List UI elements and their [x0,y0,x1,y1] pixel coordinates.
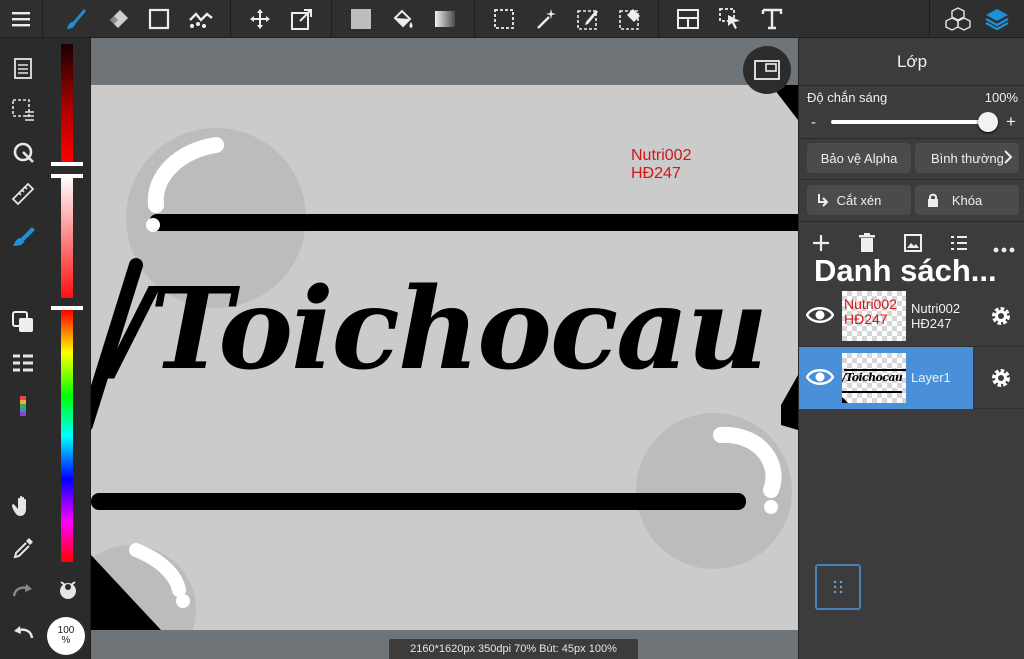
layer-settings-gear-icon[interactable] [989,304,1013,333]
panel-divider [799,138,1024,139]
eraser-icon[interactable] [102,3,134,35]
correction-icon[interactable] [185,3,217,35]
selection-icon[interactable] [488,3,520,35]
layer-list-icon[interactable] [7,348,39,380]
selection-eraser-icon[interactable] [614,3,646,35]
color-palette-icon[interactable] [7,390,39,422]
blend-mode-label: Bình thường [931,150,1004,166]
thumb-line2: HĐ247 [844,311,888,327]
canvas-background-top [91,38,798,85]
color-swap-icon[interactable] [7,306,39,338]
artboard[interactable]: /Toichocau Nutri002 HĐ247 [91,85,798,630]
blend-mode-button[interactable]: Bình thường [915,143,1019,173]
layer-settings-gear-icon[interactable] [989,366,1013,395]
chevron-right-icon [1003,149,1013,168]
toolbar-divider [42,0,43,38]
brush-icon[interactable] [60,3,92,35]
color-slider-strip [46,38,91,659]
layer-name-line1: Nutri002 [911,301,961,316]
lock-label: Khóa [951,192,983,208]
thumb-line1: Nutri002 [844,296,897,312]
clip-arrow-icon [817,192,829,211]
toolbar-divider [230,0,231,38]
panel-divider [799,179,1024,180]
paint-bucket-icon[interactable] [387,3,419,35]
opacity-slider[interactable] [831,120,991,124]
selection-pen-icon[interactable] [572,3,604,35]
opacity-increase-button[interactable]: + [1006,112,1016,132]
layer-row-selected[interactable]: /Toichocau Layer1 [799,347,1024,409]
layer-thumbnail: /Toichocau [842,353,906,403]
hand-icon[interactable] [7,490,39,522]
left-toolbar [0,38,46,659]
clipping-button[interactable]: Cắt xén [807,185,911,215]
panel-grip-button[interactable] [815,564,861,610]
gradient-icon[interactable] [429,3,461,35]
opacity-label: Độ chắn sáng [807,90,888,105]
page-manager-icon[interactable] [7,52,39,84]
menu-icon[interactable] [5,3,37,35]
opacity-value: 100% [984,90,1018,105]
opacity-decrease-button[interactable]: - [811,114,816,131]
lock-icon [927,193,939,210]
visibility-eye-icon[interactable] [805,305,835,330]
shape-rectangle-icon[interactable] [143,3,175,35]
brush-settings-icon[interactable] [7,220,39,252]
layer-panel: Lớp Độ chắn sáng 100% - + Bảo vệ Alpha B… [798,38,1024,659]
redo-icon[interactable] [7,574,39,606]
brush-opacity-unit: % [61,635,71,646]
grip-dots-icon [833,580,843,594]
toolbar-divider [331,0,332,38]
watermark-text: Nutri002 HĐ247 [631,147,691,183]
layer-thumbnail: Nutri002 HĐ247 [842,291,906,341]
gear-man-icon[interactable] [54,576,82,604]
canvas-area[interactable]: /Toichocau Nutri002 HĐ247 2160*1620px 35… [91,38,798,659]
opacity-slider-handle[interactable] [978,112,998,132]
panel-title: Lớp [799,38,1024,86]
text-tool-icon[interactable] [756,3,788,35]
move-icon[interactable] [244,3,276,35]
app-window: 100 % /Toichocau Nutri002 HĐ247 2160*162… [0,0,1024,659]
layer-name-line1: Layer1 [911,370,951,385]
toolbar-divider [474,0,475,38]
toolbar-divider [658,0,659,38]
material-cubes-icon[interactable] [942,3,974,35]
layers-icon[interactable] [981,3,1013,35]
clip-label: Cắt xén [836,192,882,208]
brush-opacity-badge[interactable]: 100 % [47,617,85,655]
magic-wand-icon[interactable] [530,3,562,35]
frame-divider-icon[interactable] [672,3,704,35]
layer-name-line2: HĐ247 [911,316,952,331]
watermark-line1: Nutri002 [631,147,692,164]
fullscreen-toggle-button[interactable] [743,46,791,94]
thumb-script-text: /Toichocau [842,371,903,384]
toolbar-divider [929,0,930,38]
visibility-eye-icon[interactable] [805,367,835,392]
selection-layer-icon[interactable] [7,94,39,126]
undo-icon[interactable] [7,616,39,648]
canvas-status-bar: 2160*1620px 350dpi 70% Bút: 45px 100% [389,639,638,659]
color-sliders[interactable] [46,38,91,659]
snap-icon[interactable] [7,136,39,168]
eyedropper-icon[interactable] [7,532,39,564]
thumb-text: Nutri002 HĐ247 [844,297,897,327]
layer-list-heading: Danh sách... [814,253,997,288]
artwork-script-text: /Toichocau [111,264,768,395]
panel-divider [799,221,1024,222]
operation-cursor-icon[interactable] [714,3,746,35]
protect-alpha-button[interactable]: Bảo vệ Alpha [807,143,911,173]
fill-color-icon[interactable] [345,3,377,35]
lock-button[interactable]: Khóa [915,185,1019,215]
fullscreen-icon [754,60,780,80]
transform-icon[interactable] [286,3,318,35]
layer-name: Nutri002 HĐ247 [911,301,960,331]
top-toolbar [0,0,1024,38]
layer-row[interactable]: Nutri002 HĐ247 Nutri002 HĐ247 [799,285,1024,347]
layer-name: Layer1 [911,370,951,385]
watermark-line2: HĐ247 [631,165,681,182]
ruler-icon[interactable] [7,178,39,210]
